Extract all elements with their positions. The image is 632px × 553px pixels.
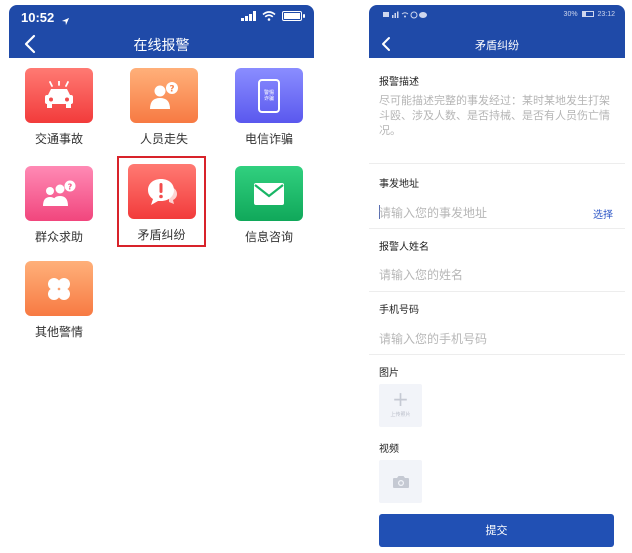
image-label: 图片 [379, 368, 399, 379]
page-title: 矛盾纠纷 [475, 39, 519, 52]
status-icons-left [383, 11, 435, 21]
divider [369, 354, 625, 355]
clover-icon [25, 261, 93, 316]
tile-label: 电信诈骗 [244, 132, 293, 146]
car-accident-icon [25, 68, 93, 123]
tile-traffic-accident[interactable]: 交通事故 [9, 65, 109, 155]
dispute-icon [127, 164, 196, 219]
tile-label: 其他警情 [34, 325, 83, 339]
submit-button[interactable]: 提交 [379, 514, 614, 547]
location-arrow-icon [61, 11, 70, 30]
missing-person-icon: ? [130, 68, 198, 123]
address-label: 事发地址 [379, 179, 419, 190]
right-screen: 30% 23:12 矛盾纠纷 报警描述 尽可能描述完整的事发经过：某时某地发生打… [369, 5, 625, 553]
left-header: 10:52 在线报警 [9, 5, 314, 58]
svg-text:?: ? [68, 182, 73, 191]
divider [369, 228, 625, 229]
video-label: 视频 [379, 444, 399, 455]
tile-telecom-fraud[interactable]: 警惕诈骗 电信诈骗 [219, 65, 319, 155]
tile-label: 交通事故 [34, 132, 83, 146]
battery-icon [581, 11, 594, 18]
tile-label: 矛盾纠纷 [137, 228, 186, 242]
status-icons [241, 11, 305, 21]
status-time: 10:52 [21, 10, 55, 25]
name-label: 报警人姓名 [379, 242, 429, 253]
battery-percent: 30% [563, 11, 578, 18]
tile-public-help[interactable]: ? 群众求助 [9, 163, 109, 253]
wifi-icon [262, 11, 276, 21]
left-screen: 10:52 在线报警 交通事故 ? 人员走失 警惕诈骗 电信诈骗 ? 群众求助 … [9, 5, 314, 350]
tile-other[interactable]: 其他警情 [9, 258, 109, 348]
fraud-warning-text: 警惕诈骗 [263, 89, 274, 102]
tile-label: 信息咨询 [244, 230, 293, 244]
svg-text:?: ? [169, 84, 174, 94]
tile-label: 人员走失 [139, 132, 188, 146]
battery-icon [282, 11, 305, 21]
signal-icon [241, 11, 256, 21]
divider [369, 163, 625, 164]
group-help-icon: ? [25, 166, 93, 221]
name-input[interactable]: 请输入您的姓名 [379, 266, 463, 283]
camera-icon [392, 475, 409, 488]
tile-info-consult[interactable]: 信息咨询 [219, 163, 319, 253]
page-title: 在线报警 [133, 38, 190, 54]
plus-icon: + [392, 387, 409, 411]
status-time: 23:12 [597, 11, 615, 18]
status-icons-right: 30% 23:12 [564, 11, 615, 18]
mail-icon [235, 166, 303, 221]
divider [369, 291, 625, 292]
tile-missing-person[interactable]: ? 人员走失 [114, 65, 214, 155]
right-header: 30% 23:12 矛盾纠纷 [369, 5, 625, 58]
phone-input[interactable]: 请输入您的手机号码 [379, 330, 487, 347]
description-label: 报警描述 [379, 77, 419, 88]
address-input[interactable]: 请输入您的事发地址 [379, 204, 487, 221]
tile-label: 群众求助 [34, 230, 83, 244]
phone-label: 手机号码 [379, 305, 419, 316]
description-textarea[interactable]: 尽可能描述完整的事发经过：某时某地发生打架斗殴、涉及人数、是否持械、是否有人员伤… [379, 93, 611, 138]
video-upload-button[interactable] [379, 460, 422, 503]
phone-fraud-icon: 警惕诈骗 [235, 68, 303, 123]
tile-dispute[interactable]: 矛盾纠纷 [117, 156, 206, 247]
address-select-button[interactable]: 选择 [593, 206, 613, 221]
upload-text: 上传照片 [390, 412, 411, 418]
image-upload-button[interactable]: + 上传照片 [379, 384, 422, 427]
